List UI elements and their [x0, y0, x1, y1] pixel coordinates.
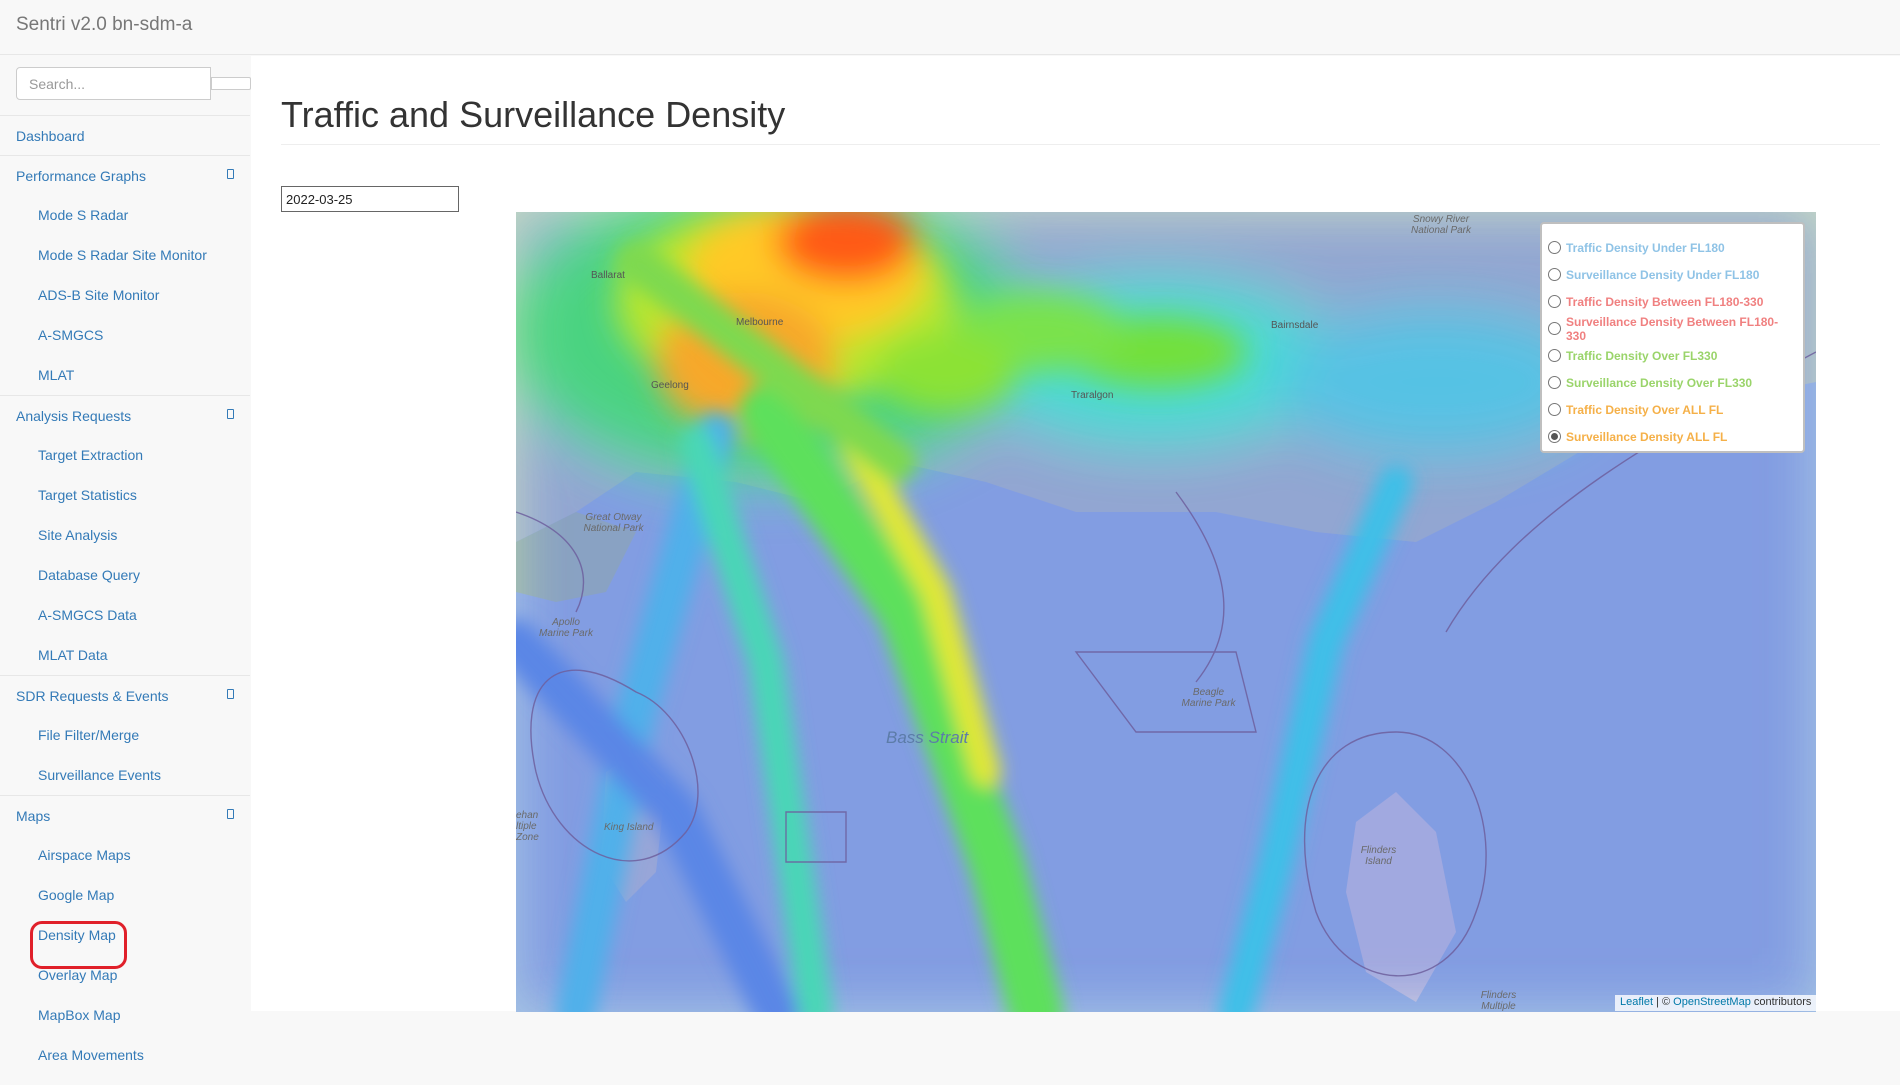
sidebar-item-site-analysis[interactable]: Site Analysis — [0, 515, 250, 555]
sidebar-item-mode-s-radar[interactable]: Mode S Radar — [0, 195, 250, 235]
sidebar-item-analysis-requests[interactable]: Analysis Requests — [0, 395, 250, 435]
sidebar-item-adsb-site-monitor[interactable]: ADS-B Site Monitor — [0, 275, 250, 315]
sidebar-item-mlat[interactable]: MLAT — [0, 355, 250, 395]
map-label-traralgon: Traralgon — [1071, 390, 1114, 401]
layer-option[interactable]: Surveillance Density ALL FL — [1548, 423, 1797, 450]
sidebar-item-file-filter-merge[interactable]: File Filter/Merge — [0, 715, 250, 755]
leaflet-link[interactable]: Leaflet — [1620, 996, 1653, 1008]
layer-option[interactable]: Traffic Density Under FL180 — [1548, 234, 1797, 261]
map-label-geelong: Geelong — [651, 380, 689, 391]
layer-label: Traffic Density Between FL180-330 — [1566, 294, 1764, 309]
title-divider — [281, 144, 1880, 145]
radio-button[interactable] — [1548, 403, 1561, 416]
search-input[interactable] — [16, 67, 211, 100]
layer-label: Surveillance Density Under FL180 — [1566, 267, 1760, 282]
expand-arrow-icon — [227, 169, 234, 179]
sidebar-item-label: Density Map — [38, 927, 116, 943]
sidebar-item-area-movements[interactable]: Area Movements — [0, 1035, 250, 1075]
layer-option[interactable]: Traffic Density Between FL180-330 — [1548, 288, 1797, 315]
layer-label: Surveillance Density Between FL180-330 — [1566, 314, 1779, 343]
expand-arrow-icon — [227, 809, 234, 819]
page-title: Traffic and Surveillance Density — [281, 94, 786, 135]
radio-button[interactable] — [1548, 241, 1561, 254]
map-label-flinders-island: Flinders Island — [1360, 845, 1397, 867]
sidebar-item-database-query[interactable]: Database Query — [0, 555, 250, 595]
map-label-ballarat: Ballarat — [591, 270, 625, 281]
map-label-great-otway: Great Otway National Park — [583, 512, 644, 534]
layer-option[interactable]: Surveillance Density Under FL180 — [1548, 261, 1797, 288]
expand-arrow-icon — [227, 689, 234, 699]
attribution-suffix: contributors — [1750, 996, 1812, 1008]
radio-button-selected[interactable] — [1548, 430, 1561, 443]
layer-label: Surveillance Density ALL FL — [1566, 429, 1728, 444]
sidebar-item-asmgcs[interactable]: A-SMGCS — [0, 315, 250, 355]
radio-button[interactable] — [1548, 376, 1561, 389]
sidebar-item-maps[interactable]: Maps — [0, 795, 250, 835]
sidebar-item-asmgcs-data[interactable]: A-SMGCS Data — [0, 595, 250, 635]
date-input[interactable] — [281, 186, 459, 212]
map-label-apollo: Apollo Marine Park — [539, 617, 593, 639]
sidebar-item-mapbox-map[interactable]: MapBox Map — [0, 995, 250, 1035]
expand-arrow-icon — [227, 409, 234, 419]
map-label-beagle: Beagle Marine Park — [1181, 687, 1236, 709]
map-label-zeehan: ehan ltiple Zone — [516, 810, 539, 843]
layer-option[interactable]: Surveillance Density Between FL180-330 — [1548, 314, 1797, 343]
map-attribution: Leaflet | © OpenStreetMap contributors — [1615, 995, 1817, 1011]
sidebar-item-sdr-requests-events[interactable]: SDR Requests & Events — [0, 675, 250, 715]
radio-button[interactable] — [1548, 349, 1561, 362]
radio-button[interactable] — [1548, 268, 1561, 281]
sidebar-item-overlay-map[interactable]: Overlay Map — [0, 955, 250, 995]
map-label-bairnsdale: Bairnsdale — [1271, 320, 1319, 331]
attribution-separator: | © — [1653, 996, 1674, 1008]
layer-control: Traffic Density Under FL180 Surveillance… — [1540, 222, 1805, 453]
sidebar-item-density-map[interactable]: Density Map — [0, 915, 250, 969]
sidebar-item-google-map[interactable]: Google Map — [0, 875, 250, 915]
radio-button[interactable] — [1548, 322, 1561, 335]
sidebar-item-label: Maps — [16, 807, 51, 824]
sidebar-item-target-statistics[interactable]: Target Statistics — [0, 475, 250, 515]
sidebar-item-surveillance-events[interactable]: Surveillance Events — [0, 755, 250, 795]
layer-label: Traffic Density Over FL330 — [1566, 348, 1718, 363]
layer-label: Traffic Density Under FL180 — [1566, 240, 1725, 255]
top-navbar: Sentri v2.0 bn-sdm-a — [0, 0, 1900, 55]
sidebar: Dashboard Performance Graphs Mode S Rada… — [0, 56, 251, 1085]
osm-link[interactable]: OpenStreetMap — [1673, 996, 1751, 1008]
sidebar-item-target-extraction[interactable]: Target Extraction — [0, 435, 250, 475]
sidebar-item-label: SDR Requests & Events — [16, 687, 169, 704]
layer-label: Traffic Density Over ALL FL — [1566, 402, 1724, 417]
sidebar-item-mode-s-radar-site-monitor[interactable]: Mode S Radar Site Monitor — [0, 235, 250, 275]
sidebar-item-mlat-data[interactable]: MLAT Data — [0, 635, 250, 675]
app-brand[interactable]: Sentri v2.0 bn-sdm-a — [16, 14, 192, 36]
layer-option[interactable]: Traffic Density Over ALL FL — [1548, 396, 1797, 423]
map-label-bass-strait: Bass Strait — [886, 728, 969, 747]
map-label-melbourne: Melbourne — [736, 317, 784, 328]
sidebar-item-label: Performance Graphs — [16, 167, 146, 184]
map-label-snowy-river: Snowy River National Park — [1410, 214, 1472, 236]
main-content: Traffic and Surveillance Density 2022-03… — [251, 56, 1900, 1012]
radio-button[interactable] — [1548, 295, 1561, 308]
layer-label: Surveillance Density Over FL330 — [1566, 375, 1753, 390]
sidebar-nav: Dashboard Performance Graphs Mode S Rada… — [0, 115, 250, 1075]
map-label-king-island: King Island — [604, 822, 654, 833]
map-label-flinders-multiple: Flinders Multiple — [1480, 990, 1517, 1012]
sidebar-search — [16, 67, 251, 100]
search-button[interactable] — [211, 77, 251, 90]
sidebar-item-dashboard[interactable]: Dashboard — [0, 115, 250, 155]
sidebar-item-airspace-maps[interactable]: Airspace Maps — [0, 835, 250, 875]
sidebar-item-performance-graphs[interactable]: Performance Graphs — [0, 155, 250, 195]
layer-option[interactable]: Traffic Density Over FL330 — [1548, 342, 1797, 369]
sidebar-item-label: Analysis Requests — [16, 407, 132, 424]
layer-option[interactable]: Surveillance Density Over FL330 — [1548, 369, 1797, 396]
